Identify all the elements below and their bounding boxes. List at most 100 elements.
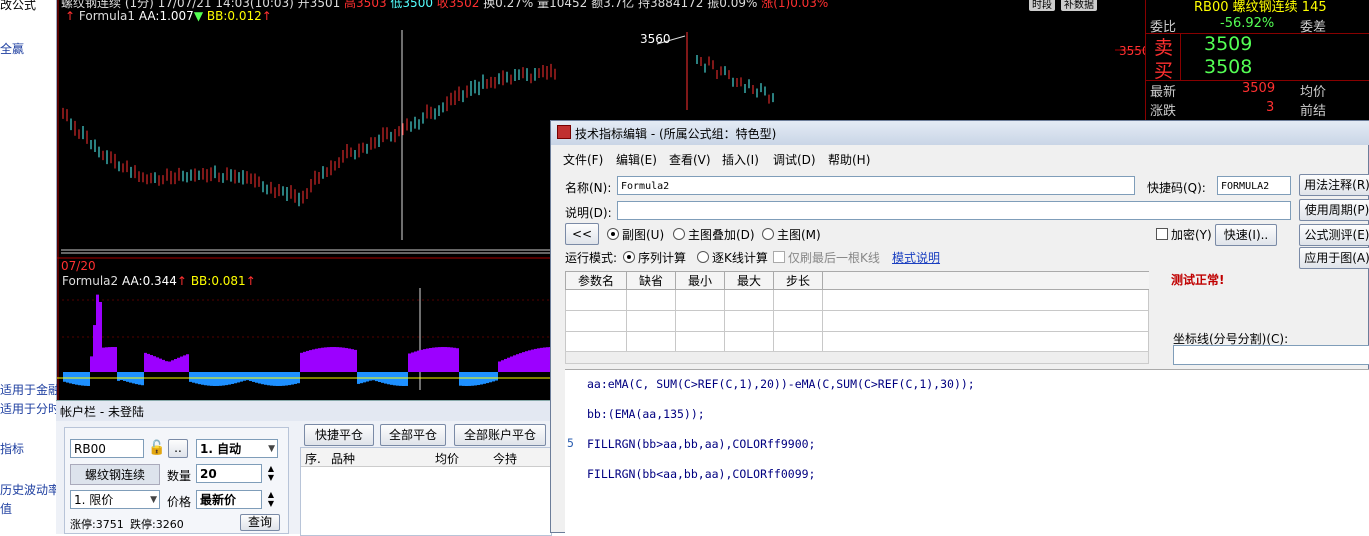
desc-input[interactable] — [617, 201, 1291, 220]
indicator-fill — [339, 347, 342, 372]
code-line[interactable]: bb:(EMA(aa,135)); — [587, 407, 705, 421]
code-line[interactable]: FILLRGN(bb>aa,bb,aa),COLORff9900; — [587, 437, 815, 451]
indicator-fill — [342, 347, 345, 372]
mode-last-bar[interactable]: 仅刷最后一根K线 — [773, 249, 880, 266]
price-stepper[interactable]: ▲ ▼ — [264, 490, 278, 509]
menu-debug[interactable]: 调试(D) — [773, 151, 816, 168]
qty-input[interactable]: 20 — [196, 464, 262, 483]
code-editor[interactable]: 5 aa:eMA(C, SUM(C>REF(C,1),20))-eMA(C,SU… — [565, 369, 1369, 535]
indicator-fill — [108, 347, 111, 372]
indicator-fill — [546, 347, 549, 372]
radio-overlay[interactable]: 主图叠加(D) — [673, 226, 755, 243]
quote-name: 螺纹钢连续 — [1232, 0, 1298, 15]
sidebar-item-1[interactable]: 全赢 — [0, 40, 24, 57]
indicator-fill — [222, 372, 225, 386]
indicator-fill — [192, 372, 195, 383]
close-all-accounts-button[interactable]: 全部账户平仓 — [454, 424, 546, 446]
table-row[interactable] — [565, 310, 1149, 332]
indicator-fill — [183, 355, 186, 372]
sidebar-item-3[interactable]: 适用于分时 — [0, 400, 60, 417]
indicator-fill — [477, 372, 480, 386]
indicator-fill — [129, 372, 132, 383]
sidebar-item-0[interactable]: 改公式 — [0, 0, 36, 13]
sidebar-item-5[interactable]: 历史波动率 — [0, 481, 60, 498]
col-header: 品种 — [331, 452, 356, 466]
period-button[interactable]: 使用周期(P) — [1299, 199, 1369, 221]
arrow-up-icon: ↑ — [245, 274, 256, 288]
indicator-fill — [282, 372, 285, 386]
indicator-fill — [249, 372, 252, 382]
chevron-down-icon: ▼ — [150, 495, 157, 505]
qty-stepper[interactable]: ▲ ▼ — [264, 464, 278, 483]
formula-test-button[interactable]: 公式测评(E) — [1299, 224, 1369, 246]
radio-overlay-label: 主图叠加(D) — [688, 228, 755, 242]
menu-insert[interactable]: 插入(I) — [722, 151, 759, 168]
query-button[interactable]: 查询 — [240, 514, 280, 531]
back-button[interactable]: << — [565, 223, 599, 245]
sidebar-item-6[interactable]: 值 — [0, 500, 12, 517]
indicator-fill — [513, 355, 516, 372]
indicator-fill — [408, 353, 411, 372]
account-panel: 帐户栏 - 未登陆 RB00 🔓 .. 1. 自动 ▼ 螺纹钢连续 数量 20 … — [56, 400, 552, 536]
lock-icon[interactable]: 🔓 — [148, 440, 165, 457]
close-all-button[interactable]: 全部平仓 — [380, 424, 446, 446]
formula1-bb: BB:0.012 — [206, 9, 262, 23]
table-row[interactable] — [565, 331, 1149, 353]
menu-help[interactable]: 帮助(H) — [828, 151, 870, 168]
code-line[interactable]: aa:eMA(C, SUM(C>REF(C,1),20))-eMA(C,SUM(… — [587, 377, 975, 391]
left-sidebar: 改公式 全赢 适用于金融 适用于分时 指标 历史波动率 值 — [0, 0, 60, 533]
indicator-fill — [498, 361, 501, 372]
more-button[interactable]: .. — [168, 439, 188, 458]
indicator-fill — [147, 353, 150, 372]
menu-view[interactable]: 查看(V) — [669, 151, 711, 168]
param-table[interactable]: 参数名 缺省 最小 最大 步长 — [565, 271, 1149, 353]
time-range-button[interactable]: 时段 — [1029, 0, 1055, 11]
test-status: 测试正常! — [1171, 273, 1225, 287]
indicator-fill — [519, 353, 522, 372]
indicator-fill — [273, 372, 276, 386]
quick-close-button[interactable]: 快捷平仓 — [304, 424, 374, 446]
indicator-fill — [414, 351, 417, 372]
mode-per-bar[interactable]: 逐K线计算 — [697, 249, 768, 266]
order-type-select[interactable]: 1. 限价 ▼ — [70, 490, 160, 509]
open-mode-select[interactable]: 1. 自动 ▼ — [196, 439, 278, 458]
checkbox-icon — [1156, 228, 1168, 240]
mode-help-link[interactable]: 模式说明 — [892, 249, 940, 266]
indicator-fill — [267, 372, 270, 386]
table-row[interactable] — [565, 289, 1149, 311]
axis-input[interactable] — [1173, 345, 1369, 365]
radio-sub-chart[interactable]: 副图(U) — [607, 226, 664, 243]
formula2-name: Formula2 — [62, 274, 119, 288]
indicator-fill — [156, 357, 159, 372]
indicator-fill — [525, 351, 528, 372]
code-line[interactable]: FILLRGN(bb<aa,bb,aa),COLORff0099; — [587, 467, 815, 481]
indicator-fill — [405, 372, 408, 386]
indicator-fill — [306, 350, 309, 372]
apply-to-chart-button[interactable]: 应用于图(A) — [1299, 247, 1369, 269]
indicator-fill — [531, 349, 534, 372]
menu-file[interactable]: 文件(F) — [563, 151, 603, 168]
buy-price[interactable]: 3508 — [1204, 56, 1252, 78]
indicator-fill — [417, 350, 420, 372]
formula-editor-dialog: 技术指标编辑 - (所属公式组：特色型) 文件(F) 编辑(E) 查看(V) 插… — [550, 120, 1369, 535]
menu-edit[interactable]: 编辑(E) — [616, 151, 657, 168]
mode-tick-label: 逐K线计算 — [712, 251, 768, 265]
position-table[interactable]: 序. 品种 均价 今持 — [300, 447, 552, 536]
fill-data-button[interactable]: 补数据 — [1061, 0, 1097, 11]
usage-note-button[interactable]: 用法注释(R) — [1299, 174, 1369, 196]
code-input[interactable]: RB00 — [70, 439, 144, 458]
shortcut-input[interactable]: FORMULA2 — [1217, 176, 1291, 195]
encrypt-checkbox[interactable]: 加密(Y) — [1156, 226, 1212, 243]
radio-main-chart[interactable]: 主图(M) — [762, 226, 821, 243]
quick-button[interactable]: 快速(I).. — [1215, 224, 1277, 246]
sidebar-item-2[interactable]: 适用于金融 — [0, 381, 60, 398]
mode-sequence[interactable]: 序列计算 — [623, 249, 686, 266]
col-header: 序. — [305, 452, 321, 466]
sell-price[interactable]: 3509 — [1204, 33, 1252, 55]
col-header: 参数名 — [565, 271, 627, 290]
name-input[interactable]: Formula2 — [617, 176, 1135, 195]
param-scrollbar[interactable] — [565, 351, 1149, 364]
price-input[interactable]: 最新价 — [196, 490, 262, 509]
sidebar-item-4[interactable]: 指标 — [0, 440, 24, 457]
quote-num: 145 — [1301, 0, 1327, 15]
